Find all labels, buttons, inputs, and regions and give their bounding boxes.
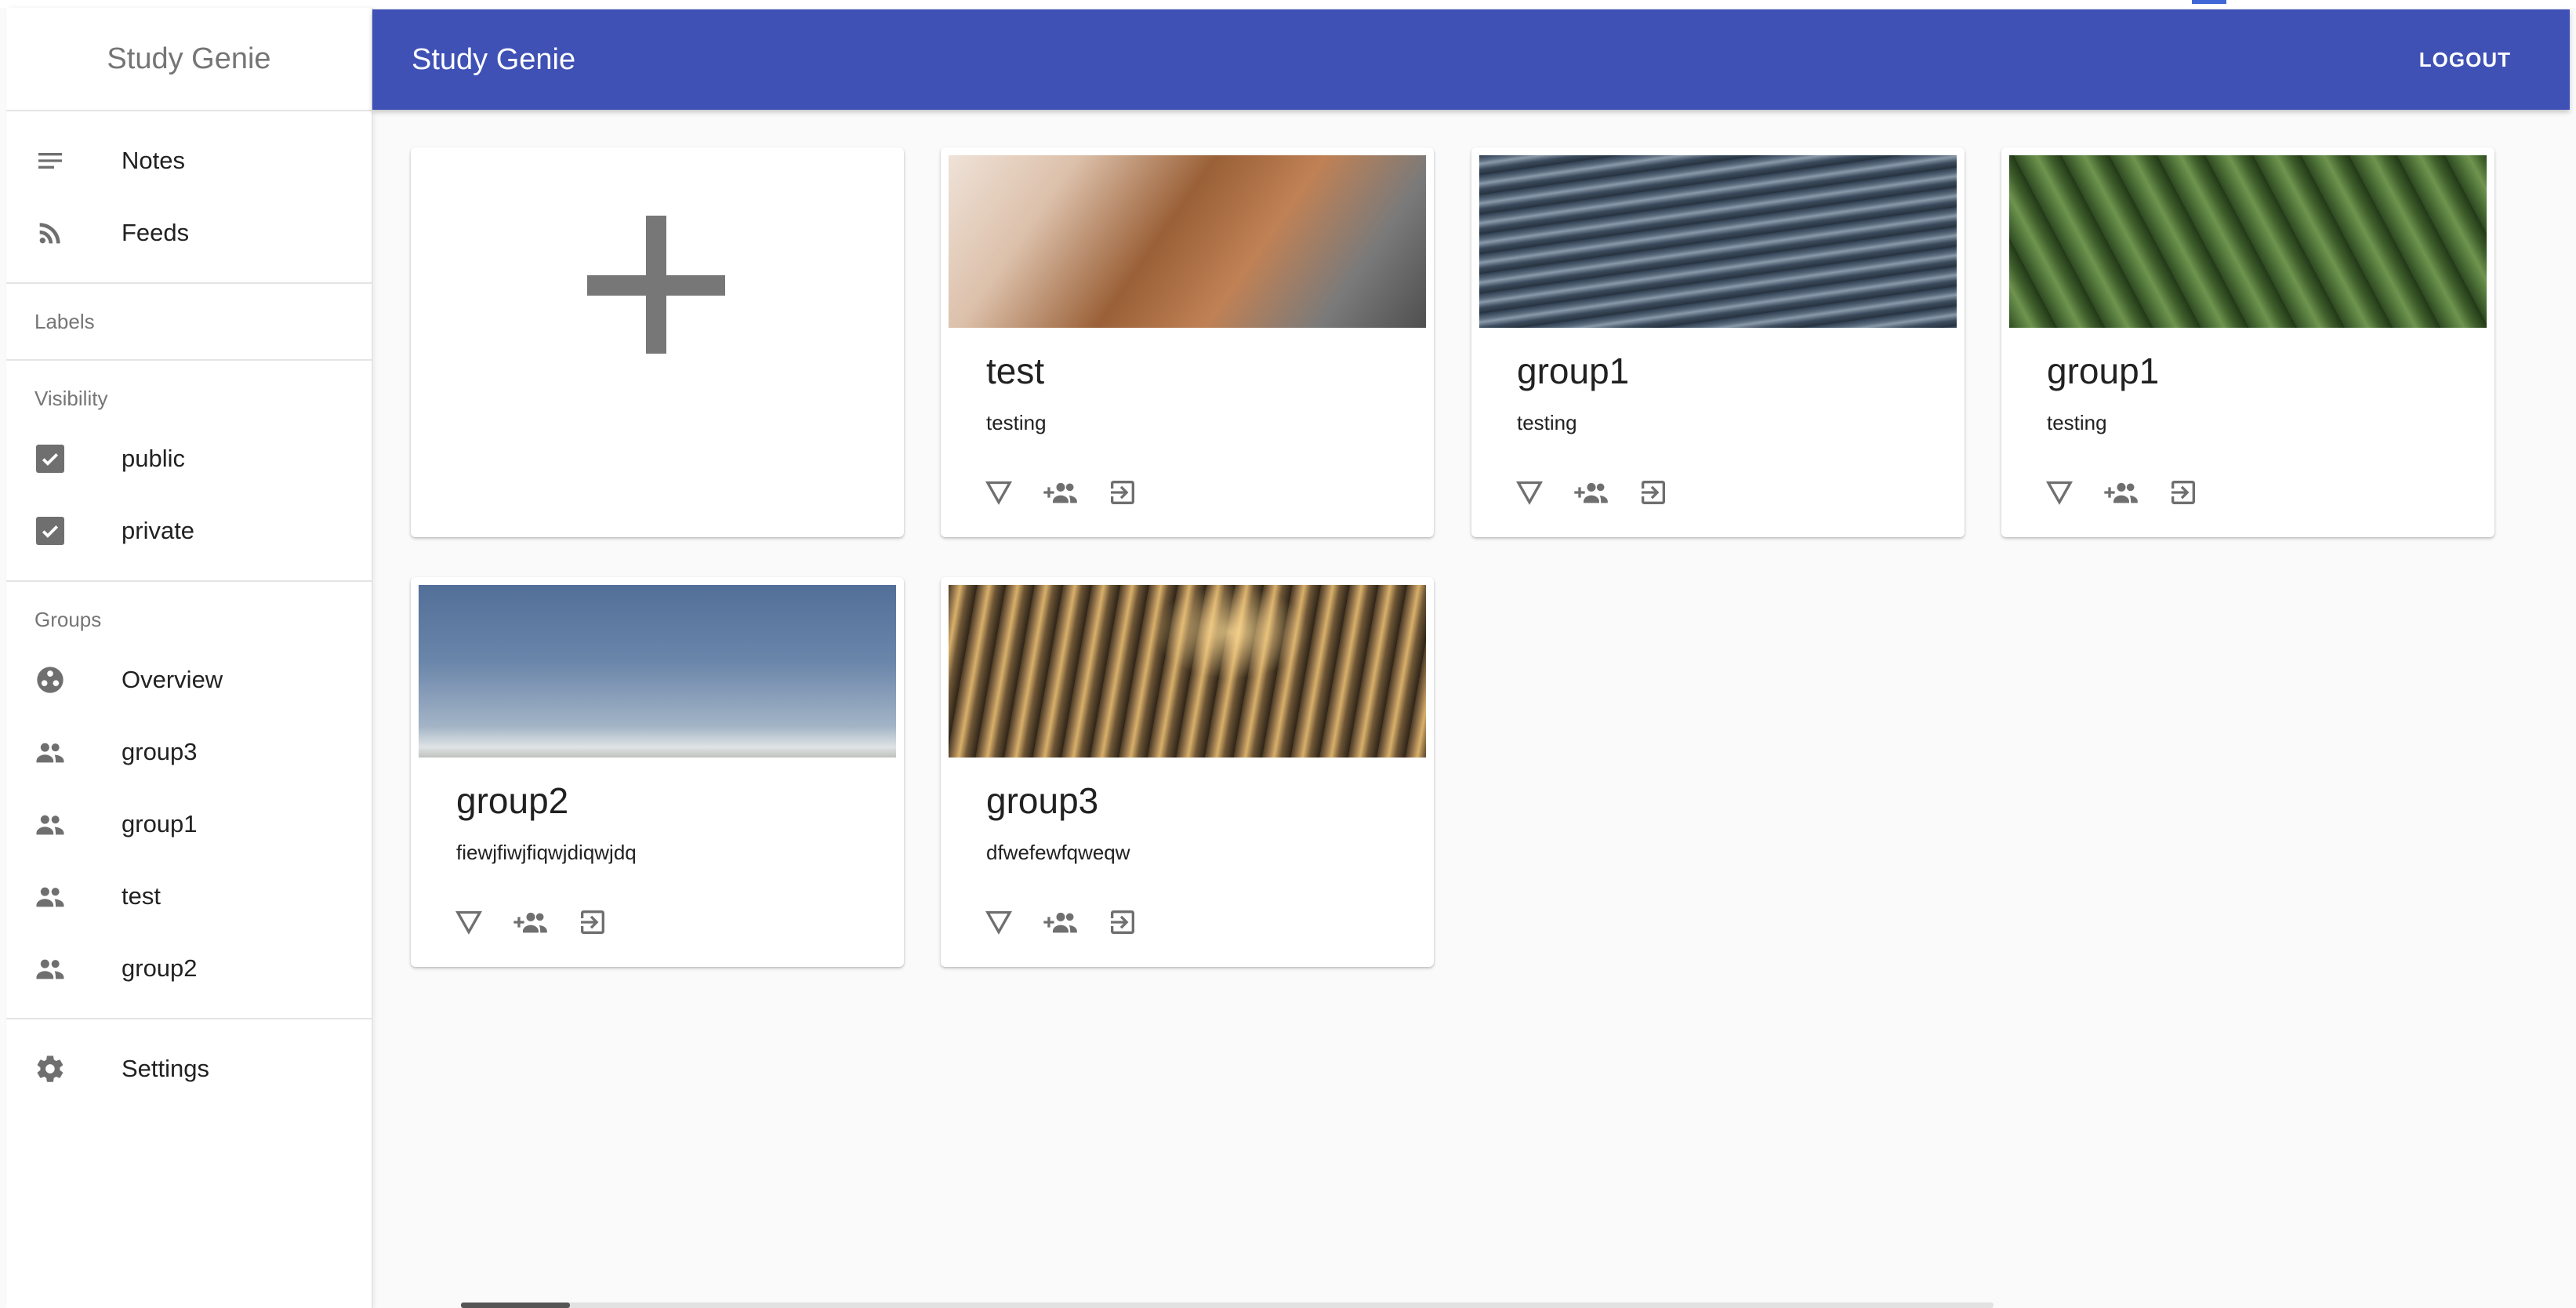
filter-icon[interactable] xyxy=(980,903,1018,941)
enter-group-icon[interactable] xyxy=(1104,474,1141,511)
gear-icon xyxy=(34,1053,66,1085)
card-subtitle: testing xyxy=(986,411,1047,434)
add-member-icon[interactable] xyxy=(1042,474,1079,511)
card-title: group1 xyxy=(2047,351,2160,391)
overview-icon xyxy=(34,664,66,696)
water-photo xyxy=(1479,155,1957,328)
sidebar-item-settings[interactable]: Settings xyxy=(6,1033,372,1105)
sidebar-item-label: Overview xyxy=(122,666,223,693)
labels-header: Labels xyxy=(34,309,95,333)
visibility-private[interactable]: private xyxy=(6,495,372,567)
enter-group-icon[interactable] xyxy=(1634,474,1672,511)
sidebar-item-group1[interactable]: group1 xyxy=(6,788,372,860)
card-actions xyxy=(980,903,1166,941)
tea-field-photo xyxy=(2009,155,2487,328)
visibility-public[interactable]: public xyxy=(6,423,372,495)
card-subtitle: fiewjfiwjfiqwjdiqwjdq xyxy=(456,841,637,864)
card-title: test xyxy=(986,351,1045,391)
sidebar-item-label: Feeds xyxy=(122,219,190,246)
checkbox-checked-icon[interactable] xyxy=(34,443,66,474)
card-title: group3 xyxy=(986,780,1099,821)
browser-top-strip xyxy=(0,0,2576,8)
notes-icon xyxy=(34,145,66,176)
checkbox-checked-icon[interactable] xyxy=(34,515,66,547)
sidebar-item-notes[interactable]: Notes xyxy=(6,125,372,197)
card-subtitle: dfwefewfqweqw xyxy=(986,841,1130,864)
sky-photo xyxy=(419,585,896,758)
card-title: group2 xyxy=(456,780,569,821)
people-icon xyxy=(34,881,66,912)
sidebar-item-group3[interactable]: group3 xyxy=(6,716,372,788)
visibility-label: public xyxy=(122,445,185,472)
app-bar: Study Genie LOGOUT xyxy=(372,9,2570,110)
people-icon xyxy=(34,953,66,984)
sidebar-item-label: test xyxy=(122,882,161,910)
sidebar: Study Genie Notes Feeds Labels Visibilit… xyxy=(6,8,373,1308)
sidebar-item-label: group2 xyxy=(122,954,198,982)
scrollbar-thumb[interactable] xyxy=(461,1303,570,1308)
sidebar-item-label: group1 xyxy=(122,810,198,837)
group-card[interactable]: group1 testing xyxy=(2001,147,2494,537)
people-icon xyxy=(34,736,66,768)
filter-icon[interactable] xyxy=(980,474,1018,511)
sidebar-item-label: group3 xyxy=(122,738,198,765)
group-card[interactable]: group1 testing xyxy=(1471,147,1965,537)
add-group-card[interactable] xyxy=(411,147,904,537)
group-card[interactable]: group2 fiewjfiwjfiqwjdiqwjdq xyxy=(411,577,904,967)
add-member-icon[interactable] xyxy=(1573,474,1610,511)
sidebar-item-feeds[interactable]: Feeds xyxy=(6,197,372,269)
filter-icon[interactable] xyxy=(2041,474,2078,511)
card-subtitle: testing xyxy=(1517,411,1577,434)
sidebar-item-test[interactable]: test xyxy=(6,860,372,932)
enter-group-icon[interactable] xyxy=(574,903,611,941)
filter-icon[interactable] xyxy=(450,903,488,941)
sidebar-title: Study Genie xyxy=(6,8,372,111)
card-actions xyxy=(450,903,636,941)
group-card[interactable]: group3 dfwefewfqweqw xyxy=(941,577,1434,967)
groups-header: Groups xyxy=(34,607,102,631)
rss-feed-icon xyxy=(34,217,66,249)
enter-group-icon[interactable] xyxy=(2164,474,2202,511)
sidebar-item-group2[interactable]: group2 xyxy=(6,932,372,1005)
add-member-icon[interactable] xyxy=(1042,903,1079,941)
add-member-icon[interactable] xyxy=(512,903,550,941)
card-subtitle: testing xyxy=(2047,411,2107,434)
card-actions xyxy=(1511,474,1696,511)
sidebar-item-label: Settings xyxy=(122,1055,210,1082)
visibility-label: private xyxy=(122,517,195,544)
card-actions xyxy=(2041,474,2226,511)
enter-group-icon[interactable] xyxy=(1104,903,1141,941)
sidebar-item-label: Notes xyxy=(122,147,185,174)
group-card[interactable]: test testing xyxy=(941,147,1434,537)
horizontal-scrollbar[interactable] xyxy=(461,1303,1994,1308)
card-actions xyxy=(980,474,1166,511)
browser-indicator xyxy=(2192,0,2226,4)
page-title: Study Genie xyxy=(412,42,576,76)
visibility-header: Visibility xyxy=(34,386,108,410)
add-member-icon[interactable] xyxy=(2103,474,2140,511)
logout-button[interactable]: LOGOUT xyxy=(2404,38,2527,82)
dry-grass-photo xyxy=(949,585,1426,758)
sidebar-item-overview[interactable]: Overview xyxy=(6,644,372,716)
filter-icon[interactable] xyxy=(1511,474,1548,511)
card-title: group1 xyxy=(1517,351,1630,391)
people-icon xyxy=(34,808,66,840)
desk-tools-photo xyxy=(949,155,1426,328)
